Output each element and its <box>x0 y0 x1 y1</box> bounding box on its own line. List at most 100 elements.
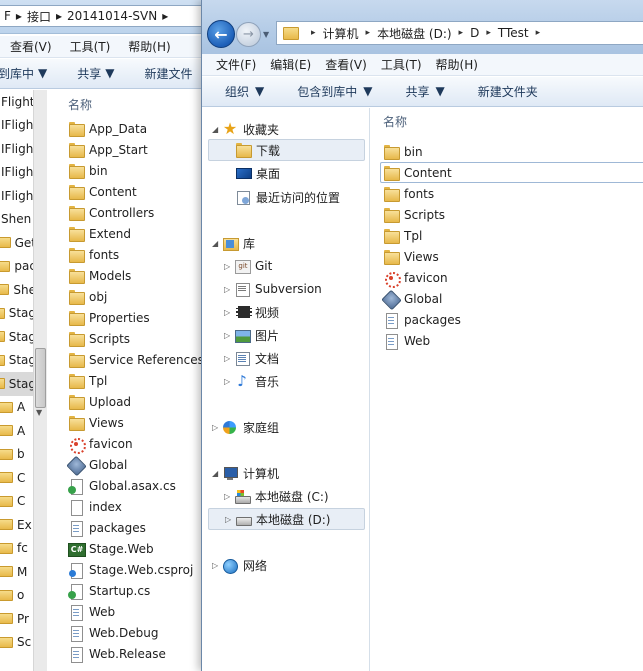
menu-help[interactable]: 帮助(H) <box>436 56 478 73</box>
breadcrumb-item[interactable]: 20141014-SVN <box>67 9 157 23</box>
collapse-arrow-icon[interactable]: ◢ <box>212 469 222 478</box>
file-row[interactable]: fonts <box>381 183 434 204</box>
nav-computer[interactable]: ◢ 计算机 <box>212 462 279 484</box>
file-row[interactable]: Global <box>48 454 205 475</box>
breadcrumb-separator[interactable]: ▸ <box>311 28 316 38</box>
nav-item-recent-places[interactable]: 最近访问的位置 <box>235 186 340 208</box>
nav-item[interactable]: C <box>0 490 36 514</box>
breadcrumb-separator[interactable]: ▸ <box>366 28 371 38</box>
file-row[interactable]: Web.Debug <box>48 622 205 643</box>
breadcrumb-item[interactable]: F <box>4 9 11 23</box>
nav-item[interactable]: Stag <box>0 325 36 349</box>
file-row[interactable]: Views <box>48 412 205 433</box>
expand-arrow-icon[interactable]: ▷ <box>224 492 234 501</box>
file-row[interactable]: bin <box>48 160 205 181</box>
nav-item-git[interactable]: ▷ Git <box>224 255 272 277</box>
expand-arrow-icon[interactable]: ▷ <box>225 515 235 524</box>
nav-item[interactable]: IFligh <box>0 161 36 185</box>
nav-item[interactable]: pac <box>0 255 36 279</box>
file-row[interactable]: Tpl <box>48 370 205 391</box>
file-row[interactable]: Web <box>48 601 205 622</box>
nav-item-subversion[interactable]: ▷ Subversion <box>224 278 322 300</box>
column-header-name[interactable]: 名称 <box>383 113 407 130</box>
back-arrow-icon[interactable]: ← <box>207 20 235 48</box>
share-button[interactable]: 共享 ▼ <box>77 65 124 82</box>
nav-scrollbar[interactable]: ▼ <box>33 90 47 671</box>
nav-item-desktop[interactable]: 桌面 <box>235 162 280 184</box>
file-row[interactable]: Scripts <box>48 328 205 349</box>
scrollbar-thumb[interactable] <box>35 348 46 408</box>
breadcrumb-ttest[interactable]: TTest <box>498 26 529 40</box>
menu-edit[interactable]: 编辑(E) <box>270 56 311 73</box>
file-row[interactable]: Content <box>48 181 205 202</box>
file-row[interactable]: Controllers <box>48 202 205 223</box>
organize-button[interactable]: 组织 ▼ <box>225 83 275 100</box>
nav-item[interactable]: Stag <box>0 349 36 373</box>
expand-arrow-icon[interactable]: ▷ <box>224 285 234 294</box>
breadcrumb-separator[interactable]: ▸ <box>459 28 464 38</box>
nav-favorites[interactable]: ◢ ★ 收藏夹 <box>212 118 279 140</box>
file-row[interactable]: favicon <box>48 433 205 454</box>
file-row[interactable]: fonts <box>48 244 205 265</box>
expand-arrow-icon[interactable]: ▷ <box>224 308 234 317</box>
file-row[interactable]: App_Start <box>48 139 205 160</box>
menu-view[interactable]: 查看(V) <box>325 56 367 73</box>
breadcrumb-computer[interactable]: 计算机 <box>323 25 359 42</box>
forward-arrow-icon[interactable]: → <box>236 22 261 47</box>
breadcrumb-item[interactable]: 接口 <box>27 8 51 25</box>
file-row[interactable]: obj <box>48 286 205 307</box>
nav-homegroup[interactable]: ▷ 家庭组 <box>212 416 279 438</box>
file-row[interactable]: Service References <box>48 349 205 370</box>
nav-item[interactable]: Ex <box>0 513 36 537</box>
nav-item-drive-c[interactable]: ▷ 本地磁盘 (C:) <box>224 485 329 507</box>
expand-arrow-icon[interactable]: ▷ <box>224 377 234 386</box>
file-row-selected[interactable]: Content <box>380 162 643 183</box>
menu-tools[interactable]: 工具(T) <box>381 56 422 73</box>
file-row[interactable]: Properties <box>48 307 205 328</box>
file-row[interactable]: App_Data <box>48 118 205 139</box>
breadcrumb-d[interactable]: D <box>470 26 479 40</box>
file-row[interactable]: favicon <box>381 267 448 288</box>
file-row[interactable]: Tpl <box>381 225 422 246</box>
title-bar[interactable]: ← → ▼ ▸ 计算机 ▸ 本地磁盘 (D:) ▸ D ▸ TTest ▸ <box>202 0 643 54</box>
file-row[interactable]: Stage.Web.csproj <box>48 559 205 580</box>
expand-arrow-icon[interactable]: ▷ <box>224 262 234 271</box>
address-bar[interactable]: ▸ 计算机 ▸ 本地磁盘 (D:) ▸ D ▸ TTest ▸ <box>276 21 643 45</box>
file-row[interactable]: packages <box>381 309 461 330</box>
file-row[interactable]: Global.asax.cs <box>48 475 205 496</box>
expand-arrow-icon[interactable]: ▷ <box>224 354 234 363</box>
nav-item[interactable]: Pr <box>0 607 36 631</box>
nav-item[interactable]: IFligh <box>0 184 36 208</box>
nav-item[interactable]: A <box>0 396 36 420</box>
nav-item[interactable]: IFligh <box>0 114 36 138</box>
file-row[interactable]: index <box>48 496 205 517</box>
nav-item[interactable]: Flight <box>0 90 36 114</box>
nav-item[interactable]: b <box>0 443 36 467</box>
nav-item-music[interactable]: ▷ ♪ 音乐 <box>224 370 279 392</box>
new-folder-button[interactable]: 新建文件 <box>145 65 193 82</box>
file-row[interactable]: Web.Release <box>48 643 205 664</box>
breadcrumb-separator[interactable]: ▸ <box>536 28 541 38</box>
nav-item[interactable]: C <box>0 466 36 490</box>
collapse-arrow-icon[interactable]: ◢ <box>212 125 222 134</box>
file-row[interactable]: Extend <box>48 223 205 244</box>
nav-item-documents[interactable]: ▷ 文档 <box>224 347 279 369</box>
collapse-arrow-icon[interactable]: ◢ <box>212 239 222 248</box>
breadcrumb-separator[interactable]: ▸ <box>486 28 491 38</box>
file-row[interactable]: Stage.Web <box>48 538 205 559</box>
file-row[interactable]: Startup.cs <box>48 580 205 601</box>
nav-network[interactable]: ▷ 网络 <box>212 554 267 576</box>
menu-view[interactable]: 查看(V) <box>10 38 52 55</box>
file-row[interactable]: Global <box>381 288 442 309</box>
nav-item[interactable]: Shen <box>0 208 36 232</box>
nav-item[interactable]: She <box>0 278 36 302</box>
nav-item[interactable]: M <box>0 560 36 584</box>
column-header-name[interactable]: 名称 <box>48 90 205 118</box>
history-dropdown-icon[interactable]: ▼ <box>263 30 269 39</box>
menu-help[interactable]: 帮助(H) <box>128 38 170 55</box>
nav-item-downloads[interactable]: 下载 <box>208 139 365 161</box>
nav-item[interactable]: Stag <box>0 302 36 326</box>
breadcrumb-drive-d[interactable]: 本地磁盘 (D:) <box>377 25 451 42</box>
nav-libraries[interactable]: ◢ 库 <box>212 232 255 254</box>
file-row[interactable]: Scripts <box>381 204 445 225</box>
